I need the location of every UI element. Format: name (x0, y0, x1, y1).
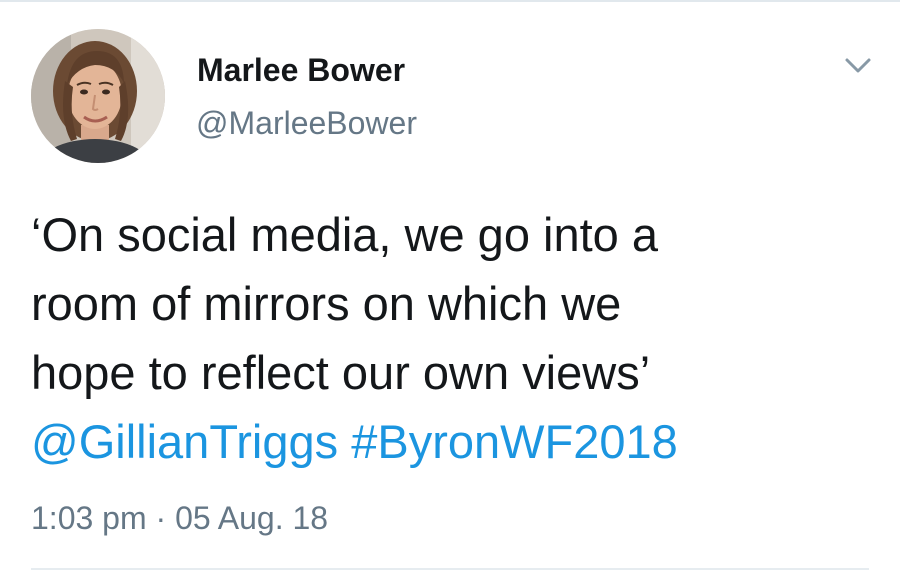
hashtag-link[interactable]: #ByronWF2018 (351, 415, 678, 468)
author-handle[interactable]: @MarleeBower (196, 103, 417, 143)
tweet-time: 1:03 pm (31, 500, 147, 536)
author-display-name[interactable]: Marlee Bower (197, 50, 405, 90)
tweet-card: Marlee Bower @MarleeBower ‘On social med… (0, 0, 900, 579)
tweet-text-line: room of mirrors on which we (31, 277, 622, 330)
tweet-links-line: @GillianTriggs #ByronWF2018 (31, 407, 871, 476)
bottom-divider (31, 568, 869, 570)
avatar-photo-icon (31, 29, 165, 163)
tweet-timestamp[interactable]: 1:03 pm · 05 Aug. 18 (31, 498, 328, 538)
tweet-text: ‘On social media, we go into a room of m… (31, 200, 871, 476)
chevron-down-icon (845, 58, 871, 73)
tweet-text-line: ‘On social media, we go into a (31, 208, 658, 261)
tweet-menu-button[interactable] (843, 55, 873, 77)
meta-separator: · (155, 500, 167, 536)
avatar[interactable] (31, 29, 165, 163)
tweet-text-line: hope to reflect our own views’ (31, 346, 651, 399)
mention-link[interactable]: @GillianTriggs (31, 415, 338, 468)
tweet-date: 05 Aug. 18 (175, 500, 329, 536)
